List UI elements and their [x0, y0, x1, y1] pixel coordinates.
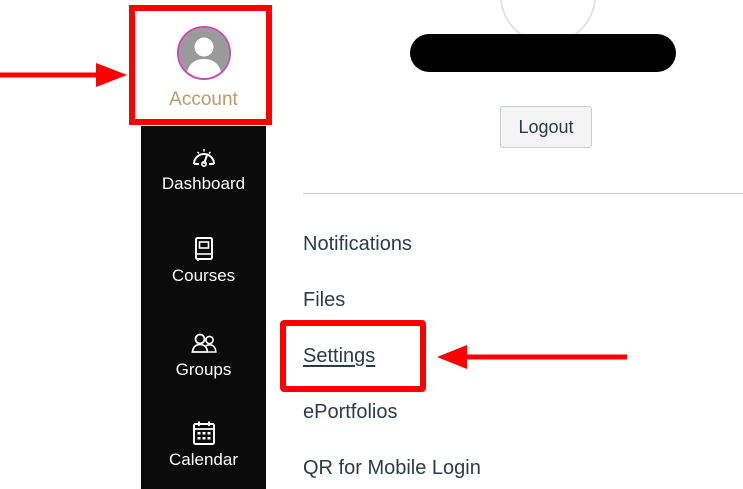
- list-item: QR for Mobile Login: [303, 454, 481, 489]
- nav-label-groups: Groups: [175, 360, 232, 379]
- screenshot-stage: Account Dashboard Courses Groups Calenda…: [0, 0, 743, 489]
- redacted-user-name: [410, 34, 676, 72]
- dashboard-icon: [192, 149, 215, 167]
- calendar-icon: [192, 421, 215, 445]
- list-item: Notifications: [303, 230, 481, 286]
- files-link[interactable]: Files: [303, 286, 345, 314]
- settings-link[interactable]: Settings: [303, 342, 375, 370]
- nav-item-dashboard[interactable]: Dashboard: [141, 143, 266, 194]
- nav-label-dashboard: Dashboard: [161, 174, 246, 193]
- eportfolios-link[interactable]: ePortfolios: [303, 398, 398, 426]
- logout-button[interactable]: Logout: [500, 106, 592, 148]
- nav-label-calendar: Calendar: [169, 450, 238, 469]
- nav-item-courses[interactable]: Courses: [141, 235, 266, 286]
- arrow-right-icon: [0, 63, 127, 87]
- courses-icon: [194, 237, 213, 261]
- groups-icon: [191, 333, 217, 353]
- nav-label-courses: Courses: [171, 266, 236, 285]
- nav-item-groups[interactable]: Groups: [141, 329, 266, 380]
- notifications-link[interactable]: Notifications: [303, 230, 412, 258]
- profile-tray-links: Notifications Files Settings ePortfolios…: [303, 230, 481, 489]
- nav-account-label: Account: [169, 89, 238, 110]
- nav-item-calendar[interactable]: Calendar: [141, 419, 266, 470]
- tray-divider: [303, 193, 743, 194]
- qr-mobile-login-link[interactable]: QR for Mobile Login: [303, 454, 481, 482]
- nav-item-account[interactable]: Account: [141, 14, 266, 126]
- list-item: Files: [303, 286, 481, 342]
- list-item: ePortfolios: [303, 398, 481, 454]
- list-item: Settings: [303, 342, 481, 398]
- user-avatar-icon: [176, 26, 231, 80]
